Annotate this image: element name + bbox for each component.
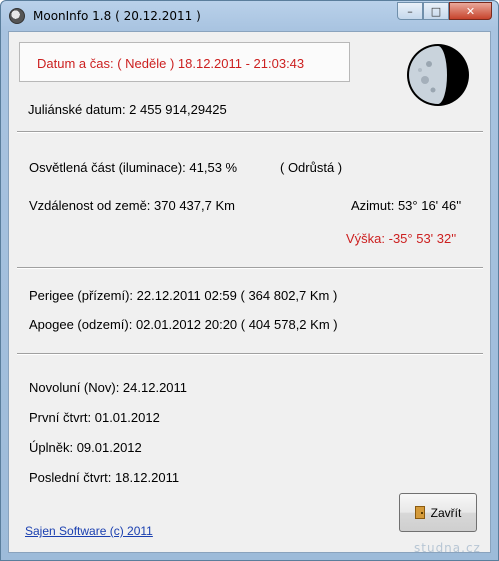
title-bar[interactable]: MoonInfo 1.8 ( 20.12.2011 ) – □ ✕ xyxy=(1,1,498,31)
julian-date: Juliánské datum: 2 455 914,29425 xyxy=(28,102,227,117)
close-window-button[interactable]: ✕ xyxy=(449,2,492,20)
apogee: Apogee (odzemí): 02.01.2012 20:20 ( 404 … xyxy=(29,317,338,332)
phase-trend: ( Odrůstá ) xyxy=(280,160,343,175)
client-area: Datum a čas: ( Neděle ) 18.12.2011 - 21:… xyxy=(8,31,491,553)
perigee: Perigee (přízemí): 22.12.2011 02:59 ( 36… xyxy=(29,288,338,303)
datetime-label: Datum a čas: ( Neděle ) 18.12.2011 - 21:… xyxy=(37,56,305,71)
close-button-label: Zavřít xyxy=(430,505,462,520)
watermark: studna.cz xyxy=(414,541,481,555)
full-moon-date: Úplněk: 09.01.2012 xyxy=(29,440,142,455)
datetime-box: Datum a čas: ( Neděle ) 18.12.2011 - 21:… xyxy=(19,42,350,82)
caption-buttons: – □ ✕ xyxy=(397,2,492,20)
door-icon xyxy=(414,506,425,519)
app-window: MoonInfo 1.8 ( 20.12.2011 ) – □ ✕ Datum … xyxy=(0,0,499,561)
new-moon-date: Novoluní (Nov): 24.12.2011 xyxy=(29,380,188,395)
separator-2 xyxy=(17,267,483,269)
altitude: Výška: -35° 53' 32'' xyxy=(346,231,457,246)
first-quarter-date: První čtvrt: 01.01.2012 xyxy=(29,410,160,425)
separator-1 xyxy=(17,131,483,133)
minimize-button[interactable]: – xyxy=(397,2,423,20)
separator-3 xyxy=(17,353,483,355)
moon-app-icon[interactable] xyxy=(9,8,25,24)
maximize-button[interactable]: □ xyxy=(423,2,449,20)
last-quarter-date: Poslední čtvrt: 18.12.2011 xyxy=(29,470,180,485)
window-title: MoonInfo 1.8 ( 20.12.2011 ) xyxy=(33,9,201,23)
earth-distance: Vzdálenost od země: 370 437,7 Km xyxy=(29,198,235,213)
close-button[interactable]: Zavřít xyxy=(399,493,477,532)
azimuth: Azimut: 53° 16' 46'' xyxy=(351,198,462,213)
illumination-text: Osvětlená část (iluminace): 41,53 % xyxy=(29,160,238,175)
moon-phase-icon xyxy=(407,44,469,106)
sajen-software-link[interactable]: Sajen Software (c) 2011 xyxy=(25,524,153,538)
